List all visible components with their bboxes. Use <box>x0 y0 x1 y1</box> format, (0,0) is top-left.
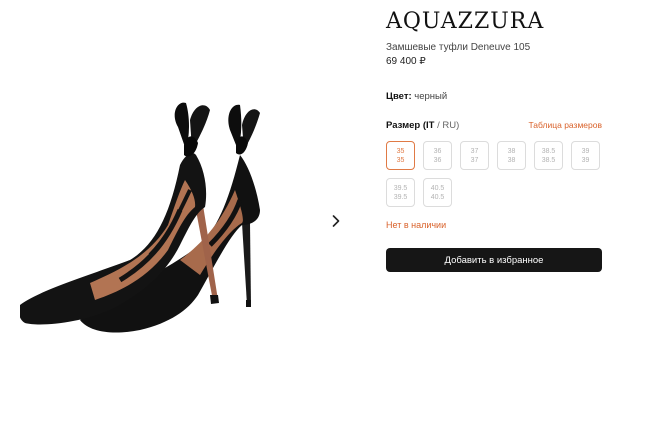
size-it: 36 <box>433 147 442 155</box>
size-ru: 40.5 <box>430 193 445 201</box>
size-ru: 39.5 <box>393 193 408 201</box>
size-option[interactable]: 35 35 <box>386 141 415 170</box>
size-guide-link[interactable]: Таблица размеров <box>529 120 603 130</box>
size-it: 38.5 <box>541 147 556 155</box>
size-it: 40.5 <box>430 184 445 192</box>
size-it: 37 <box>470 147 479 155</box>
size-option[interactable]: 39 39 <box>571 141 600 170</box>
product-price: 69 400 ₽ <box>386 56 426 67</box>
color-label: Цвет <box>386 91 409 102</box>
size-it: 35 <box>396 147 405 155</box>
size-it: 38 <box>507 147 516 155</box>
chevron-right-icon <box>332 215 340 227</box>
stock-status: Нет в наличии <box>386 220 447 230</box>
size-option[interactable]: 37 37 <box>460 141 489 170</box>
size-ru: 39 <box>581 156 590 164</box>
add-to-favorites-button[interactable]: Добавить в избранное <box>386 248 602 272</box>
size-ru: 36 <box>433 156 442 164</box>
size-title-suffix: / RU) <box>434 120 460 131</box>
product-gallery <box>0 0 360 425</box>
brand-name[interactable]: AQUAZZURA <box>386 9 544 34</box>
color-value: черный <box>411 91 448 102</box>
size-title-main: Размер (IT <box>386 120 435 131</box>
size-option[interactable]: 38 38 <box>497 141 526 170</box>
product-image <box>20 102 260 333</box>
product-title: Замшевые туфли Deneuve 105 <box>386 42 531 53</box>
size-ru: 37 <box>470 156 479 164</box>
size-option[interactable]: 40.5 40.5 <box>423 178 452 207</box>
size-header: Размер (IT / RU) Таблица размеров <box>386 120 602 131</box>
size-it: 39.5 <box>393 184 408 192</box>
size-option[interactable]: 39.5 39.5 <box>386 178 415 207</box>
size-ru: 38.5 <box>541 156 556 164</box>
size-ru: 35 <box>396 156 405 164</box>
size-it: 39 <box>581 147 590 155</box>
size-title: Размер (IT / RU) <box>386 120 459 131</box>
size-option[interactable]: 38.5 38.5 <box>534 141 563 170</box>
size-ru: 38 <box>507 156 516 164</box>
color-row: Цвет: черный <box>386 91 447 102</box>
next-image-button[interactable] <box>328 210 344 232</box>
size-option[interactable]: 36 36 <box>423 141 452 170</box>
